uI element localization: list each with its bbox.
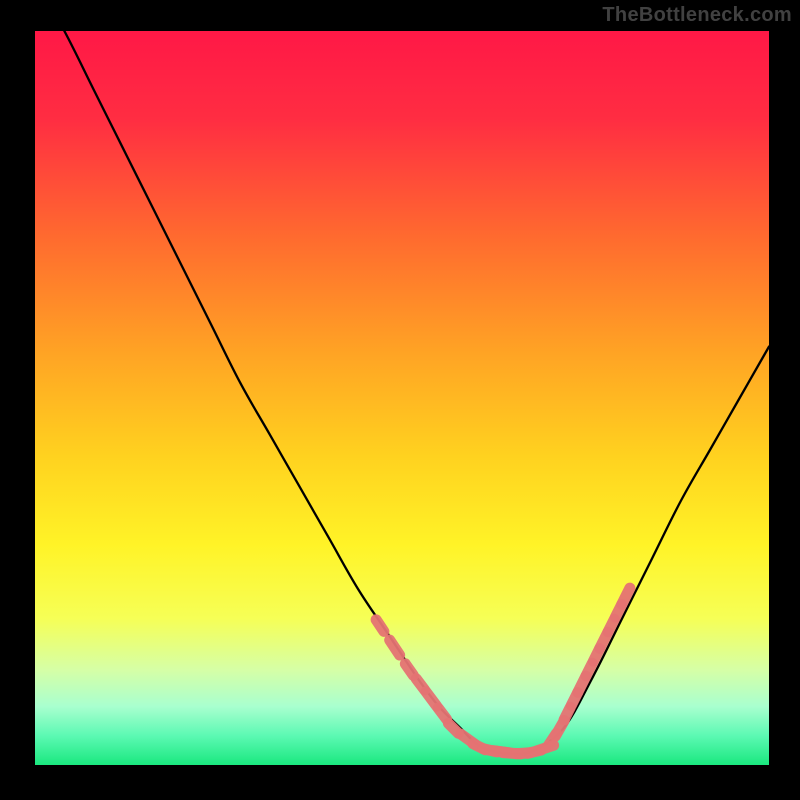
bottleneck-curve bbox=[35, 31, 769, 754]
plot-frame bbox=[35, 31, 769, 765]
left-plateau-dots bbox=[376, 620, 510, 753]
right-rise-dots bbox=[549, 588, 630, 745]
curve-layer bbox=[35, 31, 769, 765]
chart-stage: TheBottleneck.com bbox=[0, 0, 800, 800]
watermark-text: TheBottleneck.com bbox=[602, 4, 792, 27]
